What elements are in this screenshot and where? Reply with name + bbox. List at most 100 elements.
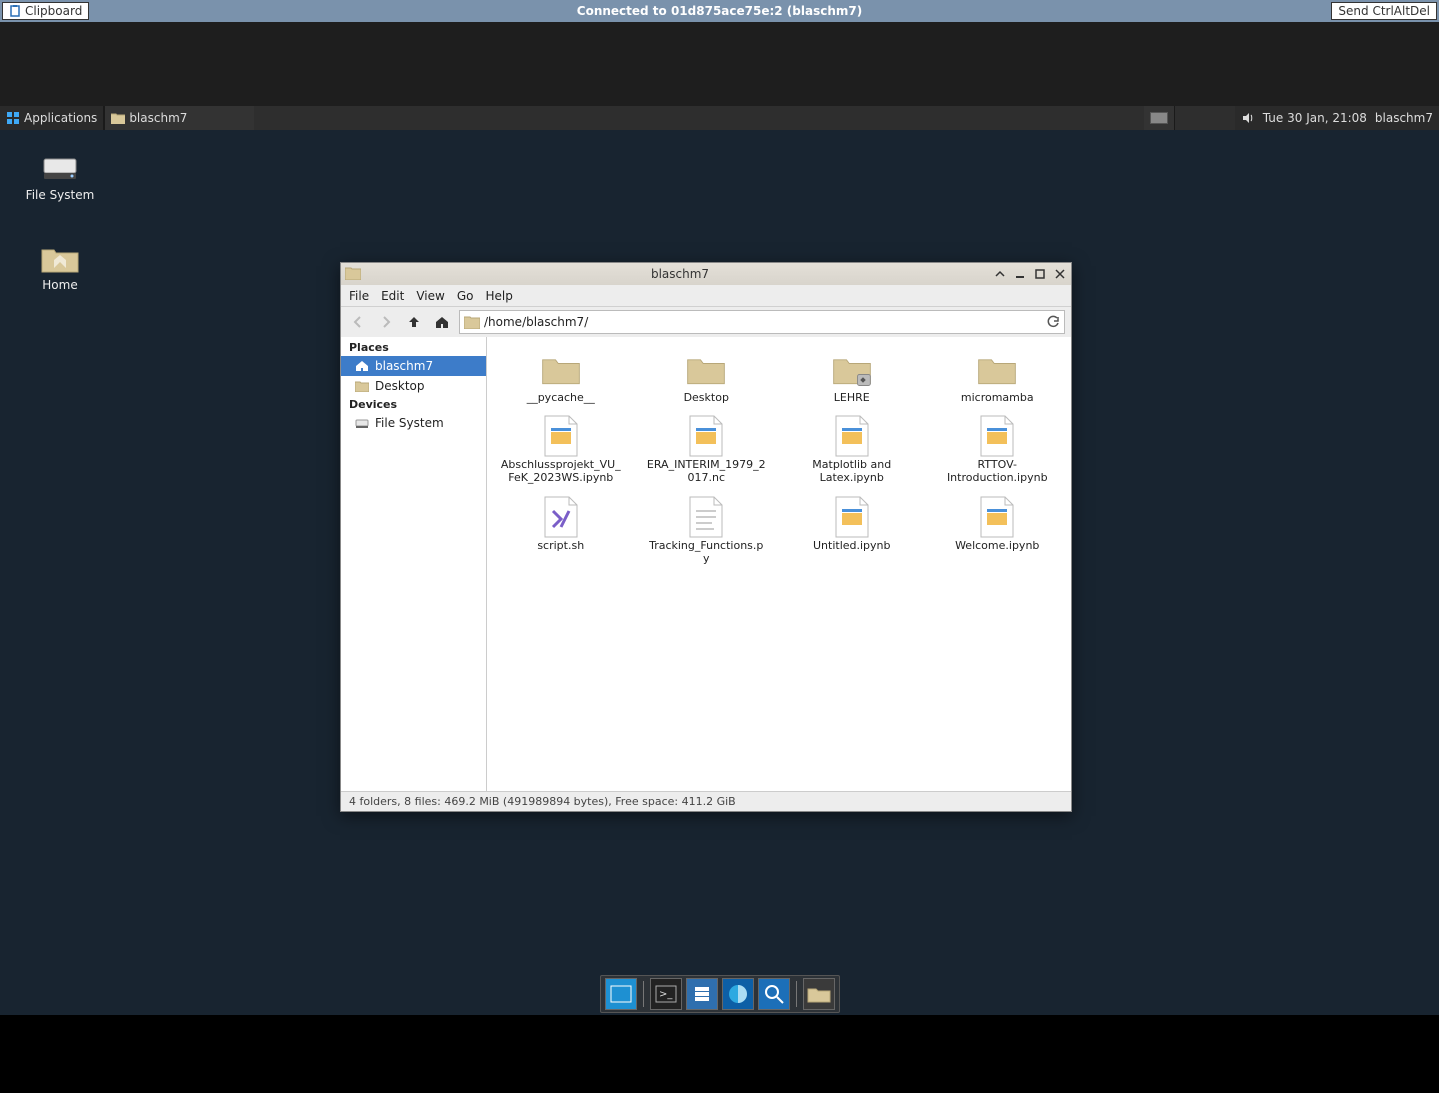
dock: >_: [600, 975, 840, 1013]
file-item[interactable]: Untitled.ipynb: [780, 493, 924, 569]
dock-show-desktop[interactable]: [605, 978, 637, 1010]
file-item[interactable]: LEHRE: [780, 345, 924, 408]
desktop-home-icon[interactable]: Home: [10, 242, 110, 292]
desktop: Applications blaschm7 Tue 30 Jan, 21:08 …: [0, 22, 1439, 1093]
fm-minimize-button[interactable]: [1013, 267, 1027, 281]
file-icon: [975, 497, 1019, 537]
path-text: /home/blaschm7/: [484, 315, 588, 329]
svg-text:>_: >_: [659, 989, 673, 1000]
send-ctrlaltdel-button[interactable]: Send CtrlAltDel: [1331, 2, 1437, 20]
file-icon: [684, 416, 728, 456]
clipboard-button[interactable]: Clipboard: [2, 2, 89, 20]
sound-icon[interactable]: [1241, 111, 1255, 125]
file-label: Welcome.ipynb: [937, 539, 1057, 552]
dock-terminal[interactable]: >_: [650, 978, 682, 1010]
sidebar-item-label: blaschm7: [375, 359, 433, 373]
sidebar-places-heading: Places: [341, 339, 486, 356]
file-item[interactable]: Matplotlib and Latex.ipynb: [780, 412, 924, 488]
panel-spacer: [254, 106, 1143, 130]
folder-icon: [830, 349, 874, 389]
menu-view[interactable]: View: [416, 289, 444, 303]
sidebar-item-home[interactable]: blaschm7: [341, 356, 486, 376]
fm-titlebar[interactable]: blaschm7: [341, 263, 1071, 285]
fm-body: Places blaschm7 Desktop Devices: [341, 337, 1071, 791]
file-label: LEHRE: [792, 391, 912, 404]
file-label: Matplotlib and Latex.ipynb: [792, 458, 912, 484]
cad-label: Send CtrlAltDel: [1338, 4, 1430, 18]
home-icon: [355, 360, 369, 372]
file-icon: [830, 497, 874, 537]
file-label: Desktop: [646, 391, 766, 404]
file-icon: [539, 497, 583, 537]
desktop-dark-gap: [0, 22, 1439, 106]
file-label: Abschlussprojekt_VU_FeK_2023WS.ipynb: [501, 458, 621, 484]
folder-icon: [684, 349, 728, 389]
drive-icon: [40, 152, 80, 184]
dock-folder[interactable]: [803, 978, 835, 1010]
taskbar-item-blaschm7[interactable]: blaschm7: [104, 106, 254, 130]
desktop-home-label: Home: [10, 278, 110, 292]
file-label: micromamba: [937, 391, 1057, 404]
file-label: Untitled.ipynb: [792, 539, 912, 552]
statusbar-text: 4 folders, 8 files: 469.2 MiB (491989894…: [349, 795, 736, 808]
file-item[interactable]: Tracking_Functions.py: [635, 493, 779, 569]
folder-icon: [539, 349, 583, 389]
panel-datetime[interactable]: Tue 30 Jan, 21:08: [1263, 111, 1367, 125]
file-item[interactable]: ERA_INTERIM_1979_2017.nc: [635, 412, 779, 488]
menu-go[interactable]: Go: [457, 289, 474, 303]
file-item[interactable]: Desktop: [635, 345, 779, 408]
file-item[interactable]: script.sh: [489, 493, 633, 569]
nav-forward-button[interactable]: [375, 311, 397, 333]
file-label: Tracking_Functions.py: [646, 539, 766, 565]
nav-back-button[interactable]: [347, 311, 369, 333]
file-item[interactable]: RTTOV-Introduction.ipynb: [926, 412, 1070, 488]
bottom-bar: [0, 1015, 1439, 1093]
sidebar-item-filesystem[interactable]: File System: [341, 413, 486, 433]
fm-close-button[interactable]: [1053, 267, 1067, 281]
fm-roll-button[interactable]: [993, 267, 1007, 281]
task-label: blaschm7: [129, 111, 187, 125]
fm-content[interactable]: __pycache__ Desktop LEHRE micromamba Abschlu…: [487, 337, 1071, 791]
apps-icon: [6, 111, 20, 125]
panel-right: Tue 30 Jan, 21:08 blaschm7: [1235, 106, 1439, 130]
file-manager-window: blaschm7 File Edit View Go Hel: [340, 262, 1072, 812]
path-entry[interactable]: /home/blaschm7/: [459, 310, 1065, 334]
fm-menubar: File Edit View Go Help: [341, 285, 1071, 307]
dock-browser[interactable]: [722, 978, 754, 1010]
clipboard-label: Clipboard: [25, 4, 82, 18]
fm-toolbar: /home/blaschm7/: [341, 307, 1071, 337]
file-icon: [684, 497, 728, 537]
folder-icon: [111, 112, 125, 124]
reload-button[interactable]: [1046, 315, 1060, 329]
workspace-block[interactable]: [1144, 106, 1175, 130]
file-item[interactable]: Welcome.ipynb: [926, 493, 1070, 569]
sidebar-devices-heading: Devices: [341, 396, 486, 413]
dock-files[interactable]: [686, 978, 718, 1010]
fm-maximize-button[interactable]: [1033, 267, 1047, 281]
applications-label: Applications: [24, 111, 97, 125]
xfce-panel: Applications blaschm7 Tue 30 Jan, 21:08 …: [0, 106, 1439, 130]
menu-edit[interactable]: Edit: [381, 289, 404, 303]
file-item[interactable]: Abschlussprojekt_VU_FeK_2023WS.ipynb: [489, 412, 633, 488]
menu-file[interactable]: File: [349, 289, 369, 303]
nav-home-button[interactable]: [431, 311, 453, 333]
file-item[interactable]: micromamba: [926, 345, 1070, 408]
panel-user[interactable]: blaschm7: [1375, 111, 1433, 125]
file-label: RTTOV-Introduction.ipynb: [937, 458, 1057, 484]
dock-separator: [796, 981, 797, 1007]
drive-icon: [355, 417, 369, 429]
fm-window-buttons: [993, 267, 1067, 281]
path-folder-icon: [464, 315, 480, 329]
home-folder-icon: [40, 242, 80, 274]
applications-menu-button[interactable]: Applications: [0, 106, 104, 130]
nav-up-button[interactable]: [403, 311, 425, 333]
workspace-indicator: [1150, 112, 1168, 124]
sidebar-item-desktop[interactable]: Desktop: [341, 376, 486, 396]
file-item[interactable]: __pycache__: [489, 345, 633, 408]
menu-help[interactable]: Help: [485, 289, 512, 303]
icon-grid: __pycache__ Desktop LEHRE micromamba Abschlu…: [489, 345, 1069, 569]
dock-search[interactable]: [758, 978, 790, 1010]
file-icon: [830, 416, 874, 456]
desktop-filesystem-icon[interactable]: File System: [10, 152, 110, 202]
dock-separator: [643, 981, 644, 1007]
